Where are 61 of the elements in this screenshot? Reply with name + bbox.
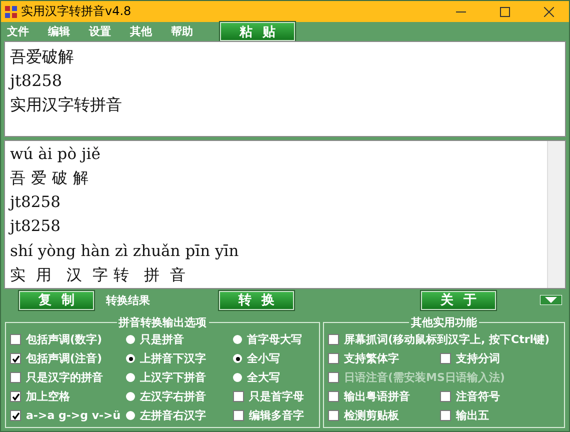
checkbox[interactable] xyxy=(328,391,339,402)
option-label: 支持分词 xyxy=(456,351,500,366)
about-button[interactable]: 关于 xyxy=(421,290,496,310)
menu-item[interactable]: 帮助 xyxy=(171,24,193,39)
menu-item[interactable]: 设置 xyxy=(89,24,111,39)
panel-title: 其他实用功能 xyxy=(410,315,478,330)
option-label: 上拼音下汉字 xyxy=(140,351,206,366)
option-label: 支持繁体字 xyxy=(344,351,399,366)
option-label: a->a g->g v->ü xyxy=(26,409,121,422)
option-label: 检测剪贴板 xyxy=(344,408,399,423)
panel-title: 拼音转换输出选项 xyxy=(117,315,208,330)
radio-button[interactable] xyxy=(126,373,135,382)
checkbox[interactable] xyxy=(440,391,451,402)
checkbox[interactable] xyxy=(233,410,244,421)
option-label: 日语注音(需安装MS日语输入法) xyxy=(344,370,505,385)
window-title: 实用汉字转拼音v4.8 xyxy=(21,3,132,20)
app-icon xyxy=(5,6,17,18)
option-label: 全小写 xyxy=(247,351,280,366)
checkbox[interactable] xyxy=(440,353,451,364)
option-label: 首字母大写 xyxy=(247,332,302,347)
option-label: 只是首字母 xyxy=(249,389,304,404)
checkbox[interactable] xyxy=(10,334,21,345)
radio-button[interactable] xyxy=(126,335,135,344)
menu-item[interactable]: 编辑 xyxy=(48,24,70,39)
radio-button[interactable] xyxy=(126,354,135,363)
menu-item[interactable]: 文件 xyxy=(7,24,29,39)
input-field[interactable]: 吾爱破解 jt8258 实用汉字转拼音 xyxy=(4,41,566,137)
option-label: 全大写 xyxy=(247,370,280,385)
convert-button[interactable]: 转换 xyxy=(219,290,294,310)
option-label: 左拼音右汉字 xyxy=(140,408,206,423)
option-label: 只是拼音 xyxy=(140,332,184,347)
radio-button[interactable] xyxy=(233,373,242,382)
radio-button[interactable] xyxy=(126,392,135,401)
copy-button[interactable]: 复制 xyxy=(19,290,94,310)
option-label: 输出五 xyxy=(456,408,489,423)
menu-item[interactable]: 其他 xyxy=(130,24,152,39)
option-label: 包括声调(注音) xyxy=(26,351,102,366)
option-label: 左汉字右拼音 xyxy=(140,389,206,404)
option-label: 加上空格 xyxy=(26,389,70,404)
checkbox[interactable] xyxy=(328,353,339,364)
result-label: 转换结果 xyxy=(106,292,151,308)
radio-button[interactable] xyxy=(233,354,242,363)
checkbox[interactable] xyxy=(10,410,21,421)
checkbox[interactable] xyxy=(440,410,451,421)
option-label: 上汉字下拼音 xyxy=(140,370,206,385)
radio-button[interactable] xyxy=(126,411,135,420)
option-label: 只是汉字的拼音 xyxy=(26,370,103,385)
checkbox[interactable] xyxy=(10,372,21,383)
option-label: 包括声调(数字) xyxy=(26,332,102,347)
option-label: 屏幕抓词(移动鼠标到汉字上, 按下Ctrl键) xyxy=(344,332,550,347)
checkbox[interactable] xyxy=(233,391,244,402)
checkbox[interactable] xyxy=(328,410,339,421)
option-label: 注音符号 xyxy=(456,389,500,404)
checkbox[interactable] xyxy=(10,391,21,402)
radio-button[interactable] xyxy=(233,335,242,344)
paste-button[interactable]: 粘贴 xyxy=(220,22,295,41)
dropdown-arrow-icon[interactable] xyxy=(540,295,562,306)
checkbox[interactable] xyxy=(328,334,339,345)
option-label: 编辑多音字 xyxy=(249,408,304,423)
option-label: 输出粤语拼音 xyxy=(344,389,410,404)
checkbox[interactable] xyxy=(10,353,21,364)
